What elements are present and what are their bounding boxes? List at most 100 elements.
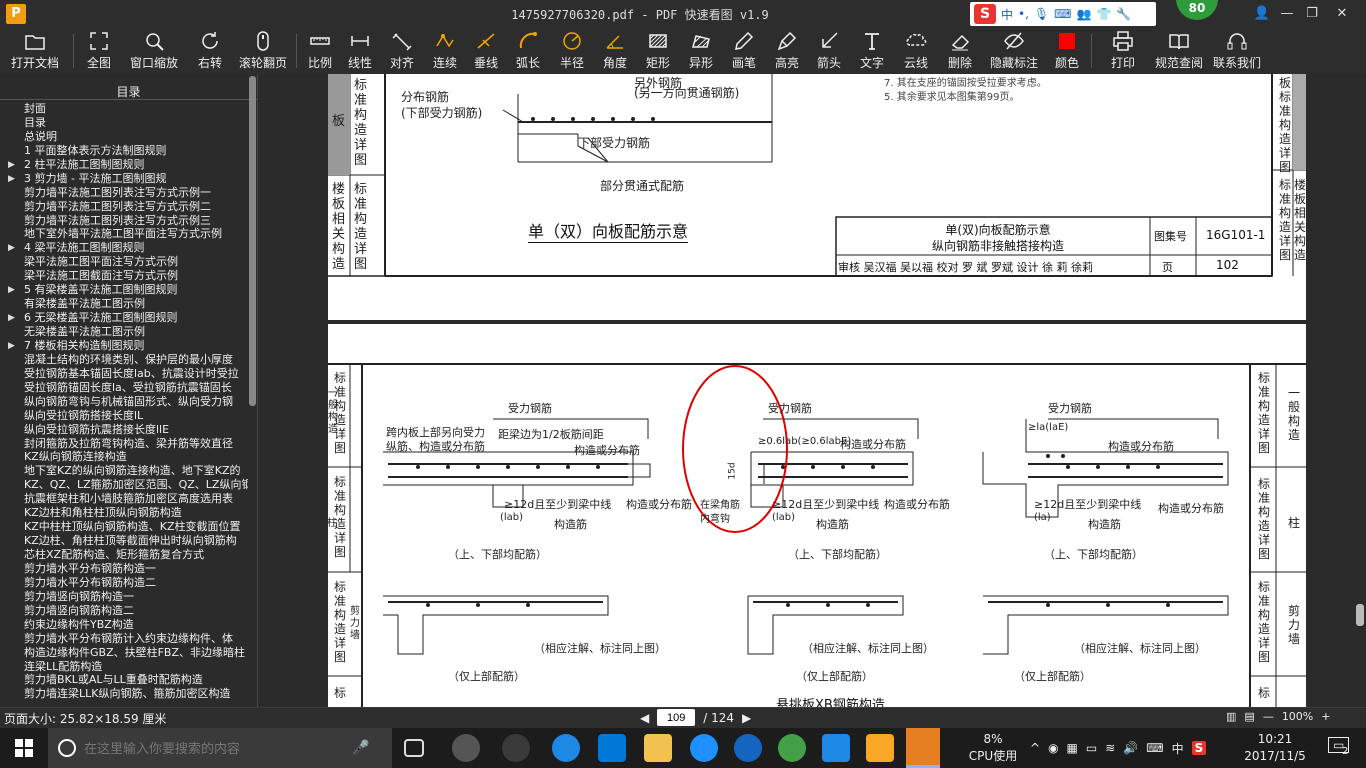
toc-item[interactable]: 剪力墙水平分布钢筋构造二 [0, 576, 248, 590]
expand-arrow-icon[interactable]: ▶ [8, 311, 15, 325]
start-button[interactable] [0, 728, 48, 768]
toolbar-spec-button[interactable]: 规范查阅 [1151, 28, 1207, 74]
ie-browser-icon[interactable] [690, 734, 718, 762]
taskbar-search[interactable]: 🎤 [48, 728, 392, 768]
toc-item[interactable]: 构造边缘构件GBZ、扶壁柱FBZ、非边缘暗柱 [0, 646, 248, 660]
toc-item[interactable]: 梁平法施工图截面注写方式示例 [0, 269, 248, 283]
fan-app-icon[interactable] [452, 734, 480, 762]
toc-item[interactable]: 混凝土结构的环境类别、保护层的最小厚度 [0, 353, 248, 367]
sogou-browser-icon[interactable] [734, 734, 762, 762]
toolbar-contact-button[interactable]: 联系我们 [1207, 28, 1267, 74]
toc-item[interactable]: KZ边柱、角柱柱顶等截面伸出时纵向钢筋构 [0, 534, 248, 548]
toc-item[interactable]: 芯柱XZ配筋构造、矩形箍筋复合方式 [0, 548, 248, 562]
toc-item[interactable]: 有梁楼盖平法施工图示例 [0, 297, 248, 311]
sogou-tray-icon[interactable]: S [1191, 741, 1207, 755]
toolbar-arrow-button[interactable]: 箭头 [808, 28, 850, 74]
toolbar-cloud-button[interactable]: 云线 [894, 28, 938, 74]
toc-item[interactable]: KZ边柱和角柱柱顶纵向钢筋构造 [0, 506, 248, 520]
chrome-icon[interactable]: ◉ [1048, 741, 1058, 755]
toc-item[interactable]: ▶ 7 楼板相关构造制图规则 [0, 339, 248, 353]
toolbar-align-button[interactable]: 对齐 [380, 28, 424, 74]
expand-arrow-icon[interactable]: ▶ [8, 339, 15, 353]
add-app-icon[interactable] [822, 734, 850, 762]
toolbar-color-button[interactable]: 颜色 [1046, 28, 1088, 74]
toolbar-fit-button[interactable]: 全图 [77, 28, 121, 74]
toc-item[interactable]: 剪力墙平法施工图列表注写方式示例二 [0, 200, 248, 214]
expand-arrow-icon[interactable]: ▶ [8, 283, 15, 297]
toc-item[interactable]: 剪力墙平法施工图列表注写方式示例一 [0, 186, 248, 200]
toc-item[interactable]: 纵向受拉钢筋搭接长度lL [0, 409, 248, 423]
toc-item[interactable]: ▶ 2 柱平法施工图制图规则 [0, 158, 248, 172]
toc-item[interactable]: 约束边缘构件YBZ构造 [0, 618, 248, 632]
zoom-out-icon[interactable]: — [1263, 710, 1274, 723]
spiral-app-icon[interactable] [502, 734, 530, 762]
pdf-viewer-taskbar-icon[interactable] [906, 728, 940, 768]
wrench-icon[interactable]: 🔧 [1116, 7, 1131, 21]
toc-item[interactable]: KZ、QZ、LZ箍筋加密区范围、QZ、LZ纵向钢 [0, 478, 248, 492]
toolbar-rotate-button[interactable]: 右转 [187, 28, 233, 74]
toc-item[interactable]: 受拉钢筋基本锚固长度lab、抗震设计时受拉 [0, 367, 248, 381]
ime-mode-label[interactable]: 中 [1001, 6, 1013, 23]
microphone-icon[interactable]: 🎙 [1034, 7, 1049, 21]
toolbar-scale-button[interactable]: 比例 [300, 28, 340, 74]
toolbar-scroll-button[interactable]: 滚轮翻页 [233, 28, 293, 74]
toolbar-perp-button[interactable]: 垂线 [466, 28, 506, 74]
toc-item[interactable]: 剪力墙水平分布钢筋构造一 [0, 562, 248, 576]
prev-page-icon[interactable]: ◀ [640, 711, 649, 725]
toc-item[interactable]: ▶ 6 无梁楼盖平法施工图制图规则 [0, 311, 248, 325]
toc-item[interactable]: 1 平面整体表示方法制图规则 [0, 144, 248, 158]
toc-item[interactable]: KZ纵向钢筋连接构造 [0, 450, 248, 464]
document-viewport[interactable]: 标 准 构 造 详 图 板 楼板相关构造 标 准 构 造 详 图 分布钢筋 (下… [259, 74, 1366, 707]
battery-icon[interactable]: ▭ [1086, 741, 1097, 755]
toc-item[interactable]: 剪力墙连梁LLK纵向钢筋、箍筋加密区构造 [0, 687, 248, 701]
continuous-view-icon[interactable]: ▤ [1244, 710, 1254, 723]
toc-scrollbar[interactable] [249, 76, 256, 406]
keyboard-icon[interactable]: ⌨ [1054, 7, 1071, 21]
toc-item[interactable]: 梁平法施工图平面注写方式示例 [0, 255, 248, 269]
toc-item[interactable]: ▶ 3 剪力墙 - 平法施工图制图规 [0, 172, 248, 186]
next-page-icon[interactable]: ▶ [742, 711, 751, 725]
toc-item[interactable]: 剪力墙平法施工图列表注写方式示例三 [0, 214, 248, 228]
wifi-icon[interactable]: ≋ [1105, 741, 1115, 755]
ime-indicator[interactable]: 中 [1172, 740, 1184, 757]
skin-icon[interactable]: 👕 [1096, 7, 1111, 21]
sogou-icon[interactable]: S [974, 4, 996, 24]
toc-item[interactable]: 总说明 [0, 130, 248, 144]
document-scrollbar[interactable] [1356, 604, 1364, 626]
keyboard-icon[interactable]: ⌨ [1146, 741, 1163, 755]
notification-icon[interactable]: ▭ 2 [1328, 737, 1352, 758]
page-number-input[interactable] [657, 709, 696, 726]
toc-item[interactable]: 纵向钢筋弯钩与机械锚固形式、纵向受力钢 [0, 395, 248, 409]
toolbar-continuous-button[interactable]: 连续 [424, 28, 466, 74]
file-explorer-icon[interactable] [644, 734, 672, 762]
toc-item[interactable]: 连梁LL配筋构造 [0, 660, 248, 674]
toolbar-text-button[interactable]: 文字 [850, 28, 894, 74]
toc-item[interactable]: 封面 [0, 102, 248, 116]
toolbar-rect-button[interactable]: 矩形 [636, 28, 680, 74]
toolbar-highlight-button[interactable]: 高亮 [766, 28, 808, 74]
toc-item[interactable]: ▶ 4 梁平法施工图制图规则 [0, 241, 248, 255]
edge-browser-icon[interactable] [552, 734, 580, 762]
toc-item[interactable]: KZ中柱柱顶纵向钢筋构造、KZ柱变截面位置 [0, 520, 248, 534]
toc-item[interactable]: 受拉钢筋锚固长度la、受拉钢筋抗震锚固长 [0, 381, 248, 395]
toolbar-delete-button[interactable]: 删除 [938, 28, 982, 74]
expand-arrow-icon[interactable]: ▶ [8, 172, 15, 186]
minimize-button[interactable]: — [1275, 4, 1299, 24]
user-icon[interactable]: 👥 [1076, 7, 1091, 21]
toc-item[interactable]: 剪力墙竖向钢筋构造一 [0, 590, 248, 604]
toolbar-zoomwin-button[interactable]: 窗口缩放 [121, 28, 187, 74]
toc-item[interactable]: 纵向受拉钢筋抗震搭接长度llE [0, 423, 248, 437]
toolbar-pen-button[interactable]: 画笔 [722, 28, 766, 74]
notes-app-icon[interactable] [866, 734, 894, 762]
toc-item[interactable]: ▶ 5 有梁楼盖平法施工图制图规则 [0, 283, 248, 297]
store-icon[interactable] [598, 734, 626, 762]
punctuation-icon[interactable]: •, [1018, 7, 1029, 21]
toolbar-radius-button[interactable]: 半径 [550, 28, 594, 74]
toolbar-irregular-button[interactable]: 异形 [680, 28, 722, 74]
taskbar-search-input[interactable] [84, 740, 344, 756]
toc-item[interactable]: 目录 [0, 116, 248, 130]
toc-item[interactable]: 剪力墙竖向钢筋构造二 [0, 604, 248, 618]
toc-item[interactable]: 剪力墙BKL或AL与LL重叠时配筋构造 [0, 673, 248, 687]
microphone-icon[interactable]: 🎤 [352, 740, 369, 756]
zoom-in-icon[interactable]: + [1321, 710, 1330, 723]
